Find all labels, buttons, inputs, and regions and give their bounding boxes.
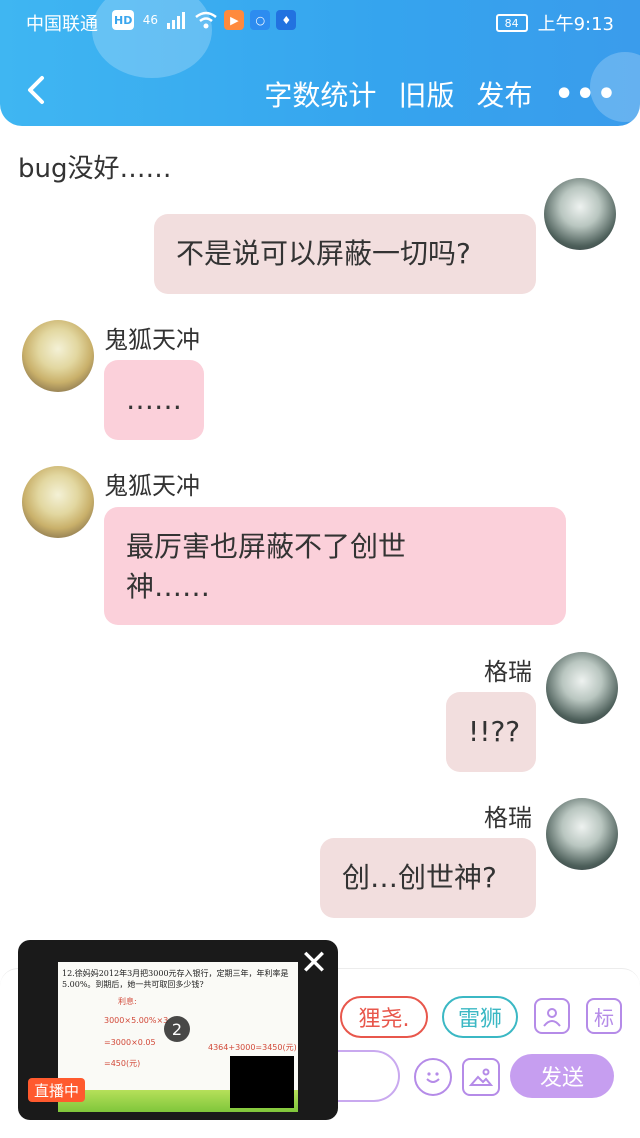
handwriting-line: 3000×5.00%×3: [104, 1016, 169, 1025]
status-right: 84 上午9:13: [495, 10, 614, 36]
close-icon[interactable]: ✕: [298, 946, 330, 980]
hd-icon: HD: [112, 10, 135, 30]
handwriting-line: 利息:: [118, 997, 137, 1006]
live-badge: 直播中: [28, 1078, 86, 1102]
publish-button[interactable]: 发布: [476, 74, 532, 114]
status-bar: 中国联通 HD 46 ▶ ○ ♦ 84 上午9:13: [0, 0, 640, 44]
page-badge: 2: [164, 1016, 190, 1042]
network-type: 46: [142, 13, 158, 27]
clock: 上午9:13: [537, 14, 614, 35]
nav-bar: 字数统计 旧版 发布 •••: [0, 62, 640, 122]
image-icon[interactable]: [462, 1058, 500, 1096]
system-message: bug没好……: [18, 154, 172, 184]
message-text-line: 神……: [126, 570, 211, 603]
sender-name: 格瑞: [484, 804, 532, 832]
nav-actions: 字数统计 旧版 发布 •••: [264, 74, 618, 114]
old-version-button[interactable]: 旧版: [398, 74, 454, 114]
mark-label: 标: [594, 1005, 614, 1030]
bulb-app-icon: ♦: [276, 10, 297, 30]
picture-icon: [468, 1068, 494, 1086]
message-text-line: 最厉害也屏蔽不了创世: [126, 530, 407, 563]
search-app-icon: ○: [250, 10, 271, 30]
chat-bubble[interactable]: 创…创世神?: [320, 838, 536, 918]
chat-bubble[interactable]: 不是说可以屏蔽一切吗?: [154, 214, 536, 294]
message-text: 不是说可以屏蔽一切吗?: [176, 237, 471, 270]
role-chip[interactable]: 雷狮: [442, 996, 518, 1038]
status-icons: HD 46 ▶ ○ ♦: [112, 10, 297, 30]
avatar[interactable]: [546, 798, 618, 870]
role-chip-label: 雷狮: [457, 1007, 502, 1032]
chat-bubble[interactable]: !!??: [446, 692, 536, 772]
contact-icon[interactable]: [534, 998, 570, 1034]
avatar[interactable]: [544, 178, 616, 250]
handwriting-line: 4364+3000=3450(元): [208, 1043, 297, 1052]
person-icon: [543, 1008, 561, 1027]
role-chip[interactable]: 狸尧.: [340, 996, 428, 1038]
emoji-icon[interactable]: [414, 1058, 452, 1096]
role-chip-label: 狸尧.: [358, 1007, 410, 1032]
video-overlay-block: [230, 1056, 294, 1108]
avatar[interactable]: [546, 652, 618, 724]
send-label: 发送: [539, 1066, 584, 1091]
mark-icon[interactable]: 标: [586, 998, 622, 1034]
carrier-name: 中国联通: [26, 14, 98, 35]
message-text: ……: [126, 383, 182, 416]
floating-video-window[interactable]: 12.徐妈妈2012年3月把3000元存入银行，定期三年，年利率是5.00%。到…: [18, 940, 338, 1120]
send-button[interactable]: 发送: [510, 1054, 614, 1098]
chat-bubble[interactable]: ……: [104, 360, 204, 440]
chevron-left-icon[interactable]: [18, 70, 58, 110]
battery-icon: 84: [495, 14, 528, 32]
message-text: !!??: [468, 715, 521, 748]
word-count-button[interactable]: 字数统计: [264, 74, 376, 114]
smile-icon: [426, 1072, 440, 1083]
question-text: 12.徐妈妈2012年3月把3000元存入银行，定期三年，年利率是5.00%。到…: [62, 969, 289, 989]
sender-name: 鬼狐天冲: [104, 472, 200, 500]
sender-name: 格瑞: [484, 658, 532, 686]
message-text: 创…创世神?: [342, 861, 497, 894]
more-icon[interactable]: •••: [554, 77, 618, 112]
signal-icon: [167, 12, 186, 29]
video-app-icon: ▶: [224, 10, 245, 30]
sender-name: 鬼狐天冲: [104, 326, 200, 354]
chat-bubble[interactable]: 最厉害也屏蔽不了创世 神……: [104, 507, 566, 625]
avatar[interactable]: [22, 320, 94, 392]
avatar[interactable]: [22, 466, 94, 538]
wifi-icon: [195, 11, 218, 29]
handwriting-line: =3000×0.05: [104, 1038, 156, 1047]
top-header: 中国联通 HD 46 ▶ ○ ♦ 84 上午9:13 字数统计 旧版 发布 ••…: [0, 0, 640, 126]
handwriting-line: =450(元): [104, 1059, 141, 1068]
